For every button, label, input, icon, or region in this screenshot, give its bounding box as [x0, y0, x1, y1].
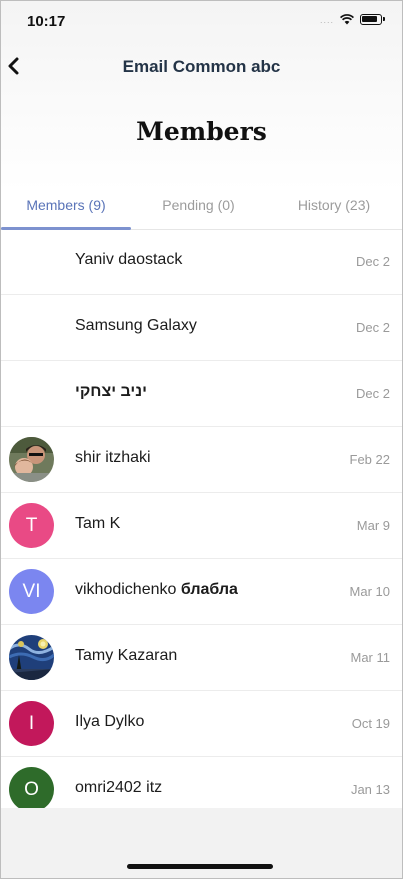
- battery-icon: [360, 14, 385, 25]
- member-name: Samsung Galaxy: [75, 317, 197, 334]
- signal-icon: ....: [319, 14, 334, 25]
- member-name: shir itzhaki: [75, 449, 151, 466]
- avatar: VI: [9, 569, 54, 614]
- list-item[interactable]: Samsung Galaxy Dec 2: [1, 295, 402, 361]
- list-item[interactable]: VI vikhodichenko блабла Mar 10: [1, 559, 402, 625]
- member-name-suffix: блабла: [180, 581, 238, 598]
- list-item[interactable]: T Tam K Mar 9: [1, 493, 402, 559]
- member-name: Ilya Dylko: [75, 713, 145, 730]
- member-date: Oct 19: [351, 716, 390, 731]
- member-name: Tamy Kazaran: [75, 647, 178, 664]
- list-item[interactable]: I Ilya Dylko Oct 19: [1, 691, 402, 757]
- status-time: 10:17: [27, 13, 66, 30]
- member-date: Mar 11: [350, 650, 391, 665]
- avatar-initials: O: [24, 778, 39, 800]
- avatar-initials: VI: [22, 580, 41, 602]
- member-name: Yaniv daostack: [75, 251, 183, 268]
- members-screen: 10:17 .... Email Common abc Members Memb…: [0, 0, 403, 879]
- wifi-icon: [340, 14, 354, 25]
- avatar-initials: I: [28, 712, 35, 734]
- status-bar: 10:17 ....: [1, 1, 402, 41]
- avatar: T: [9, 503, 54, 548]
- member-name: יניב יצחקי: [75, 383, 147, 400]
- member-name: omri2402 itz: [75, 779, 163, 796]
- list-item[interactable]: Yaniv daostack Dec 2: [1, 229, 402, 295]
- member-name: Tam K: [75, 515, 121, 532]
- nav-bar: Email Common abc: [1, 45, 402, 89]
- member-list: Yaniv daostack Dec 2 Samsung Galaxy Dec …: [1, 229, 402, 823]
- member-date: Mar 10: [349, 584, 390, 599]
- list-item[interactable]: shir itzhaki Feb 22: [1, 427, 402, 493]
- nav-title: Email Common abc: [122, 57, 281, 76]
- tab-bar: Members (9) Pending (0) History (23): [1, 187, 402, 230]
- avatar: [9, 437, 54, 482]
- member-date: Jan 13: [350, 782, 390, 797]
- list-item[interactable]: יניב יצחקי Dec 2: [1, 361, 402, 427]
- page-title: Members: [136, 117, 267, 146]
- list-item[interactable]: Tamy Kazaran Mar 11: [1, 625, 402, 691]
- avatar: I: [9, 701, 54, 746]
- member-name-text: vikhodichenko: [75, 581, 177, 598]
- member-name: vikhodichenko блабла: [75, 581, 238, 599]
- member-date: Feb 22: [349, 452, 390, 467]
- member-date: Dec 2: [356, 320, 390, 335]
- home-indicator[interactable]: [127, 864, 273, 869]
- status-icons: ....: [319, 14, 385, 25]
- tab-members[interactable]: Members (9): [1, 187, 131, 230]
- avatar-initials: T: [25, 514, 38, 536]
- member-date: Mar 9: [356, 518, 390, 533]
- avatar: O: [9, 767, 54, 812]
- tab-history[interactable]: History (23): [266, 187, 402, 229]
- tab-pending[interactable]: Pending (0): [131, 187, 266, 229]
- avatar: [9, 635, 54, 680]
- member-date: Dec 2: [356, 386, 390, 401]
- member-date: Dec 2: [356, 254, 390, 269]
